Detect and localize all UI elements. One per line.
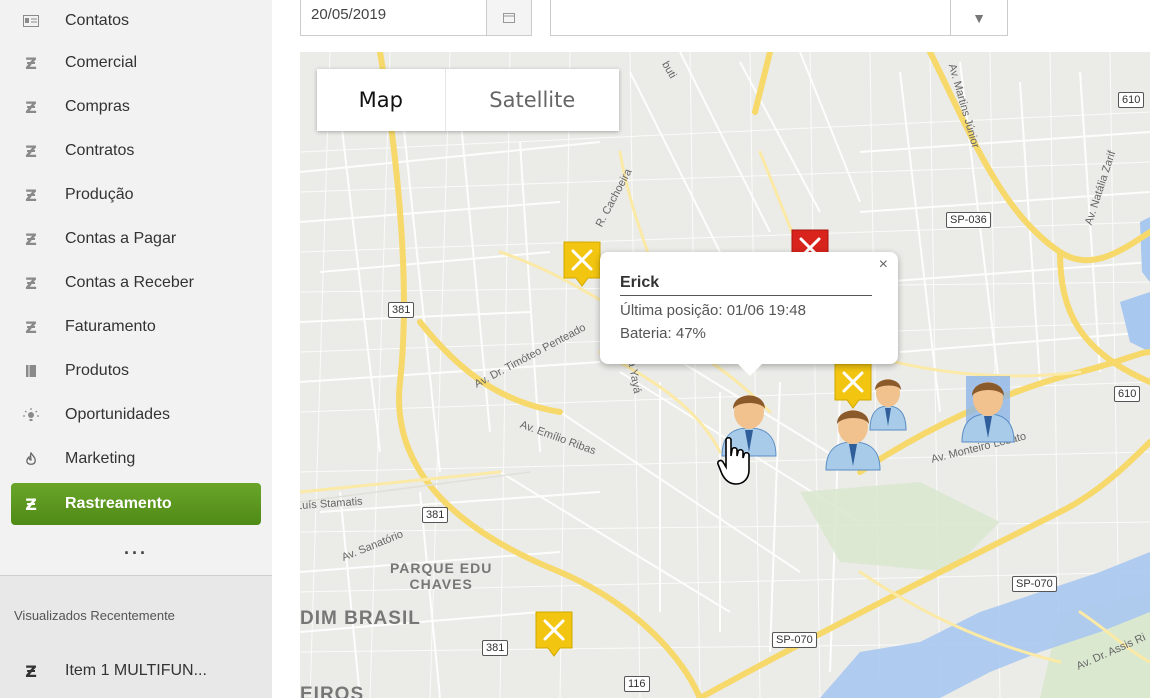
chevron-down-icon[interactable]: ▼: [950, 0, 1007, 35]
user-marker-selected[interactable]: [960, 372, 1016, 444]
book-icon: [19, 364, 43, 378]
recent-item-label: Item 1 MULTIFUN...: [65, 662, 207, 679]
sidebar-item-contas-a-receber[interactable]: Ƶ Contas a Receber: [11, 262, 261, 304]
contact-card-icon: [19, 15, 43, 27]
tracking-map[interactable]: Map Satellite 610 610 SP-036 381 381 381…: [300, 52, 1150, 698]
user-info-popup: × Erick Última posição: 01/06 19:48 Bate…: [600, 252, 898, 376]
road-shield: 116: [624, 676, 650, 692]
hand-cursor-icon: [717, 436, 750, 485]
z-logo-icon: Ƶ: [25, 317, 37, 337]
sidebar-item-comercial[interactable]: Ƶ Comercial: [11, 42, 261, 84]
road-shield: SP-036: [946, 212, 991, 228]
service-order-marker[interactable]: [534, 610, 574, 658]
sidebar-item-label: Contatos: [65, 12, 130, 29]
flame-icon: [19, 452, 43, 466]
sidebar-item-label: Marketing: [65, 450, 136, 467]
sidebar-item-label: Produção: [65, 186, 134, 203]
user-marker[interactable]: [822, 402, 884, 472]
recently-viewed-title: Visualizados Recentemente: [14, 608, 175, 623]
sidebar-item-producao[interactable]: Ƶ Produção: [11, 174, 261, 216]
map-type-control: Map Satellite: [317, 69, 619, 131]
recent-item[interactable]: Ƶ Item 1 MULTIFUN...: [11, 656, 261, 686]
road-shield: 381: [422, 507, 449, 523]
date-value: 20/05/2019: [311, 6, 387, 23]
sidebar-item-label: Produtos: [65, 362, 130, 379]
sidebar-item-oportunidades[interactable]: Oportunidades: [11, 394, 261, 436]
z-logo-icon: Ƶ: [25, 273, 37, 293]
popup-battery: Bateria: 47%: [620, 325, 706, 342]
road-shield: 381: [482, 640, 509, 656]
map-type-map-button[interactable]: Map: [317, 69, 445, 131]
date-field[interactable]: 20/05/2019: [300, 0, 532, 36]
map-type-satellite-button[interactable]: Satellite: [444, 69, 619, 131]
sidebar-item-contratos[interactable]: Ƶ Contratos: [11, 130, 261, 172]
area-label: DIM BRASIL: [300, 608, 421, 629]
lightbulb-icon: [19, 407, 43, 423]
z-logo-icon: Ƶ: [25, 229, 37, 249]
sidebar-item-label: Comercial: [65, 54, 138, 71]
popup-last-position: Última posição: 01/06 19:48: [620, 302, 806, 319]
map-base-layer: [300, 52, 1150, 698]
popup-tail: [737, 363, 763, 376]
road-shield: 610: [1114, 386, 1141, 402]
sidebar-item-label: Contratos: [65, 142, 135, 159]
recently-viewed-panel: Visualizados Recentemente Ƶ Item 1 MULTI…: [0, 576, 272, 698]
z-logo-icon: Ƶ: [25, 53, 37, 73]
z-logo-icon: Ƶ: [25, 661, 37, 681]
road-shield: 381: [388, 302, 415, 318]
sidebar-item-label: Rastreamento: [65, 495, 172, 512]
road-shield: 610: [1118, 92, 1145, 108]
popup-user-name: Erick: [620, 274, 660, 291]
area-label: EIROS: [300, 684, 365, 698]
sidebar-item-label: Faturamento: [65, 318, 156, 335]
popup-divider: [620, 295, 872, 296]
sidebar-item-rastreamento[interactable]: Ƶ Rastreamento: [11, 483, 261, 525]
sidebar: Contatos Ƶ Comercial Ƶ Compras Ƶ Contrat…: [0, 0, 272, 698]
sidebar-item-label: Oportunidades: [65, 406, 170, 423]
sidebar-item-compras[interactable]: Ƶ Compras: [11, 86, 261, 128]
sidebar-item-label: Contas a Pagar: [65, 230, 177, 247]
sidebar-item-contas-a-pagar[interactable]: Ƶ Contas a Pagar: [11, 218, 261, 260]
area-label: PARQUE EDU CHAVES: [390, 560, 493, 592]
road-shield: SP-070: [772, 632, 817, 648]
sidebar-item-label: Contas a Receber: [65, 274, 194, 291]
service-order-marker[interactable]: [562, 240, 602, 288]
person-icon: [825, 410, 881, 471]
sidebar-item-label: Compras: [65, 98, 130, 115]
z-logo-icon: Ƶ: [25, 141, 37, 161]
sidebar-item-contatos[interactable]: Contatos: [11, 0, 261, 42]
user-select[interactable]: ▼: [550, 0, 1008, 36]
close-icon[interactable]: ×: [879, 256, 888, 274]
z-logo-icon: Ƶ: [25, 494, 37, 514]
sidebar-item-marketing[interactable]: Marketing: [11, 438, 261, 480]
sidebar-item-produtos[interactable]: Produtos: [11, 350, 261, 392]
z-logo-icon: Ƶ: [25, 185, 37, 205]
calendar-icon[interactable]: [486, 0, 531, 35]
more-items-button[interactable]: ...: [0, 538, 272, 559]
z-logo-icon: Ƶ: [25, 97, 37, 117]
road-shield: SP-070: [1012, 576, 1057, 592]
sidebar-item-faturamento[interactable]: Ƶ Faturamento: [11, 306, 261, 348]
